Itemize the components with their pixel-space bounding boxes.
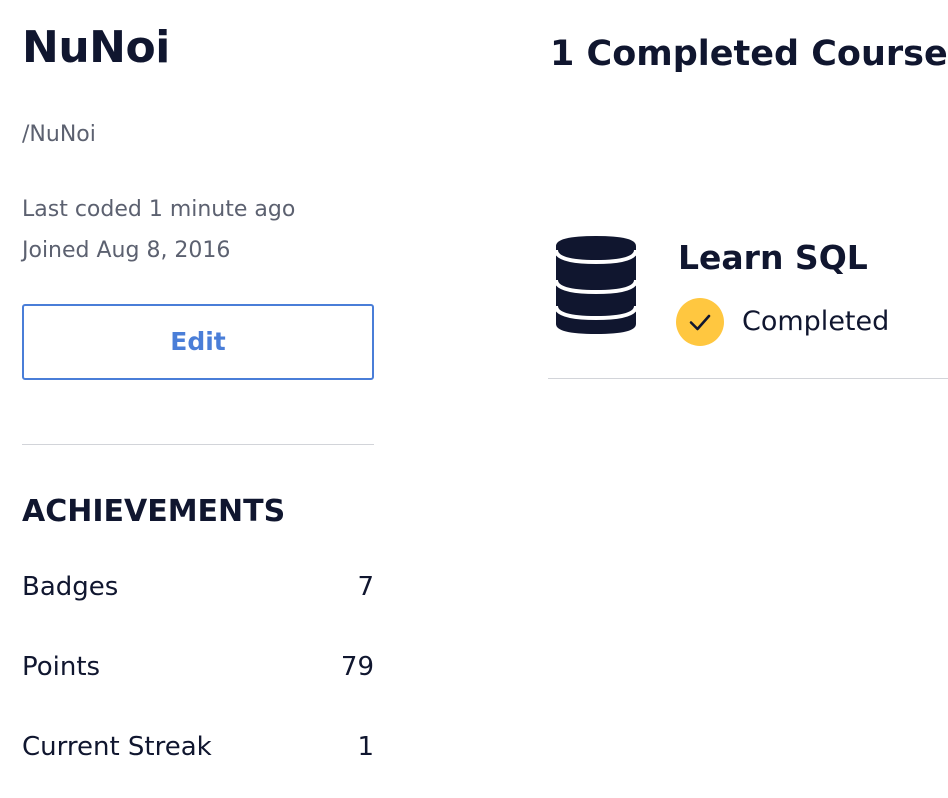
profile-username: NuNoi	[22, 22, 170, 73]
stat-value: 7	[357, 572, 374, 602]
sidebar-divider	[22, 444, 374, 445]
stat-value: 79	[340, 652, 374, 682]
achievements-heading: ACHIEVEMENTS	[22, 494, 286, 529]
course-title[interactable]: Learn SQL	[678, 237, 868, 279]
last-coded-text: Last coded 1 minute ago	[22, 197, 296, 222]
database-icon	[556, 236, 636, 334]
profile-handle: /NuNoi	[22, 122, 96, 147]
stat-value: 1	[357, 732, 374, 762]
completed-courses-heading: 1 Completed Course	[550, 34, 948, 74]
course-card-learn-sql[interactable]: Learn SQL Completed	[548, 210, 948, 379]
edit-profile-button[interactable]: Edit	[22, 304, 374, 380]
stat-row-badges: Badges 7	[22, 569, 374, 605]
check-circle-icon	[676, 298, 724, 346]
course-status-label: Completed	[742, 306, 890, 337]
joined-date-text: Joined Aug 8, 2016	[22, 238, 231, 263]
stat-row-current-streak: Current Streak 1	[22, 729, 374, 765]
course-divider	[548, 378, 948, 379]
stat-row-points: Points 79	[22, 649, 374, 685]
stat-label: Current Streak	[22, 732, 212, 762]
profile-page: NuNoi /NuNoi Last coded 1 minute ago Joi…	[0, 0, 948, 798]
stat-label: Points	[22, 652, 101, 682]
stat-label: Badges	[22, 572, 119, 602]
